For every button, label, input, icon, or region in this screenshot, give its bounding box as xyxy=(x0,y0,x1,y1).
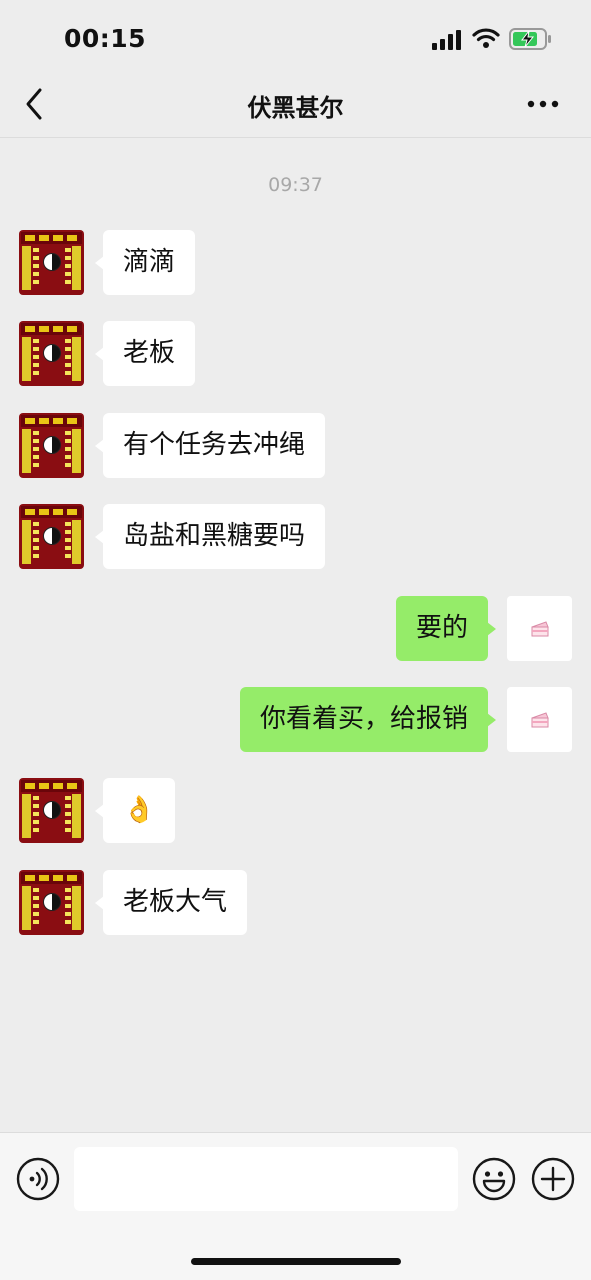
message-row: 老板 xyxy=(0,321,591,387)
message-bubble[interactable]: 岛盐和黑糖要吗 xyxy=(94,504,326,569)
message-row: 你看着买，给报销 xyxy=(0,687,591,753)
message-row: 老板大气 xyxy=(0,870,591,936)
cake-icon xyxy=(531,712,549,728)
ellipsis-icon[interactable] xyxy=(526,94,560,114)
chat-title: 伏黑甚尔 xyxy=(247,94,344,122)
message-timestamp: 09:37 xyxy=(268,174,323,196)
message-bubble[interactable]: 要的 xyxy=(395,596,497,661)
message-bubble[interactable]: 你看着买，给报销 xyxy=(239,687,497,752)
status-bar: 00:15 xyxy=(0,0,591,80)
avatar[interactable] xyxy=(19,230,84,295)
message-row: 有个任务去冲绳 xyxy=(0,413,591,479)
message-row: 岛盐和黑糖要吗 xyxy=(0,504,591,570)
avatar[interactable] xyxy=(507,596,572,661)
message-bubble[interactable]: 有个任务去冲绳 xyxy=(94,413,326,478)
avatar[interactable] xyxy=(19,870,84,935)
voice-icon[interactable] xyxy=(16,1157,60,1201)
avatar[interactable] xyxy=(507,687,572,752)
message-bubble[interactable]: 老板 xyxy=(94,321,196,386)
wifi-icon xyxy=(472,28,500,48)
avatar[interactable] xyxy=(19,321,84,386)
nav-bar: 伏黑甚尔 xyxy=(0,72,591,138)
avatar[interactable] xyxy=(19,504,84,569)
cake-icon xyxy=(531,621,549,637)
message-row: 要的 xyxy=(0,596,591,662)
message-bubble[interactable]: 滴滴 xyxy=(94,230,196,295)
signal-icon xyxy=(432,30,461,50)
plus-icon[interactable] xyxy=(531,1157,575,1201)
avatar[interactable] xyxy=(19,778,84,843)
message-input[interactable] xyxy=(74,1147,458,1211)
status-time: 00:15 xyxy=(64,24,147,53)
message-bubble[interactable]: 👌 xyxy=(94,778,176,843)
avatar[interactable] xyxy=(19,413,84,478)
battery-charging-icon xyxy=(509,28,551,50)
emoji-icon[interactable] xyxy=(472,1157,516,1201)
message-row: 👌 xyxy=(0,778,591,844)
message-bubble[interactable]: 老板大气 xyxy=(94,870,248,935)
message-row: 滴滴 xyxy=(0,230,591,296)
home-indicator[interactable] xyxy=(191,1258,401,1265)
